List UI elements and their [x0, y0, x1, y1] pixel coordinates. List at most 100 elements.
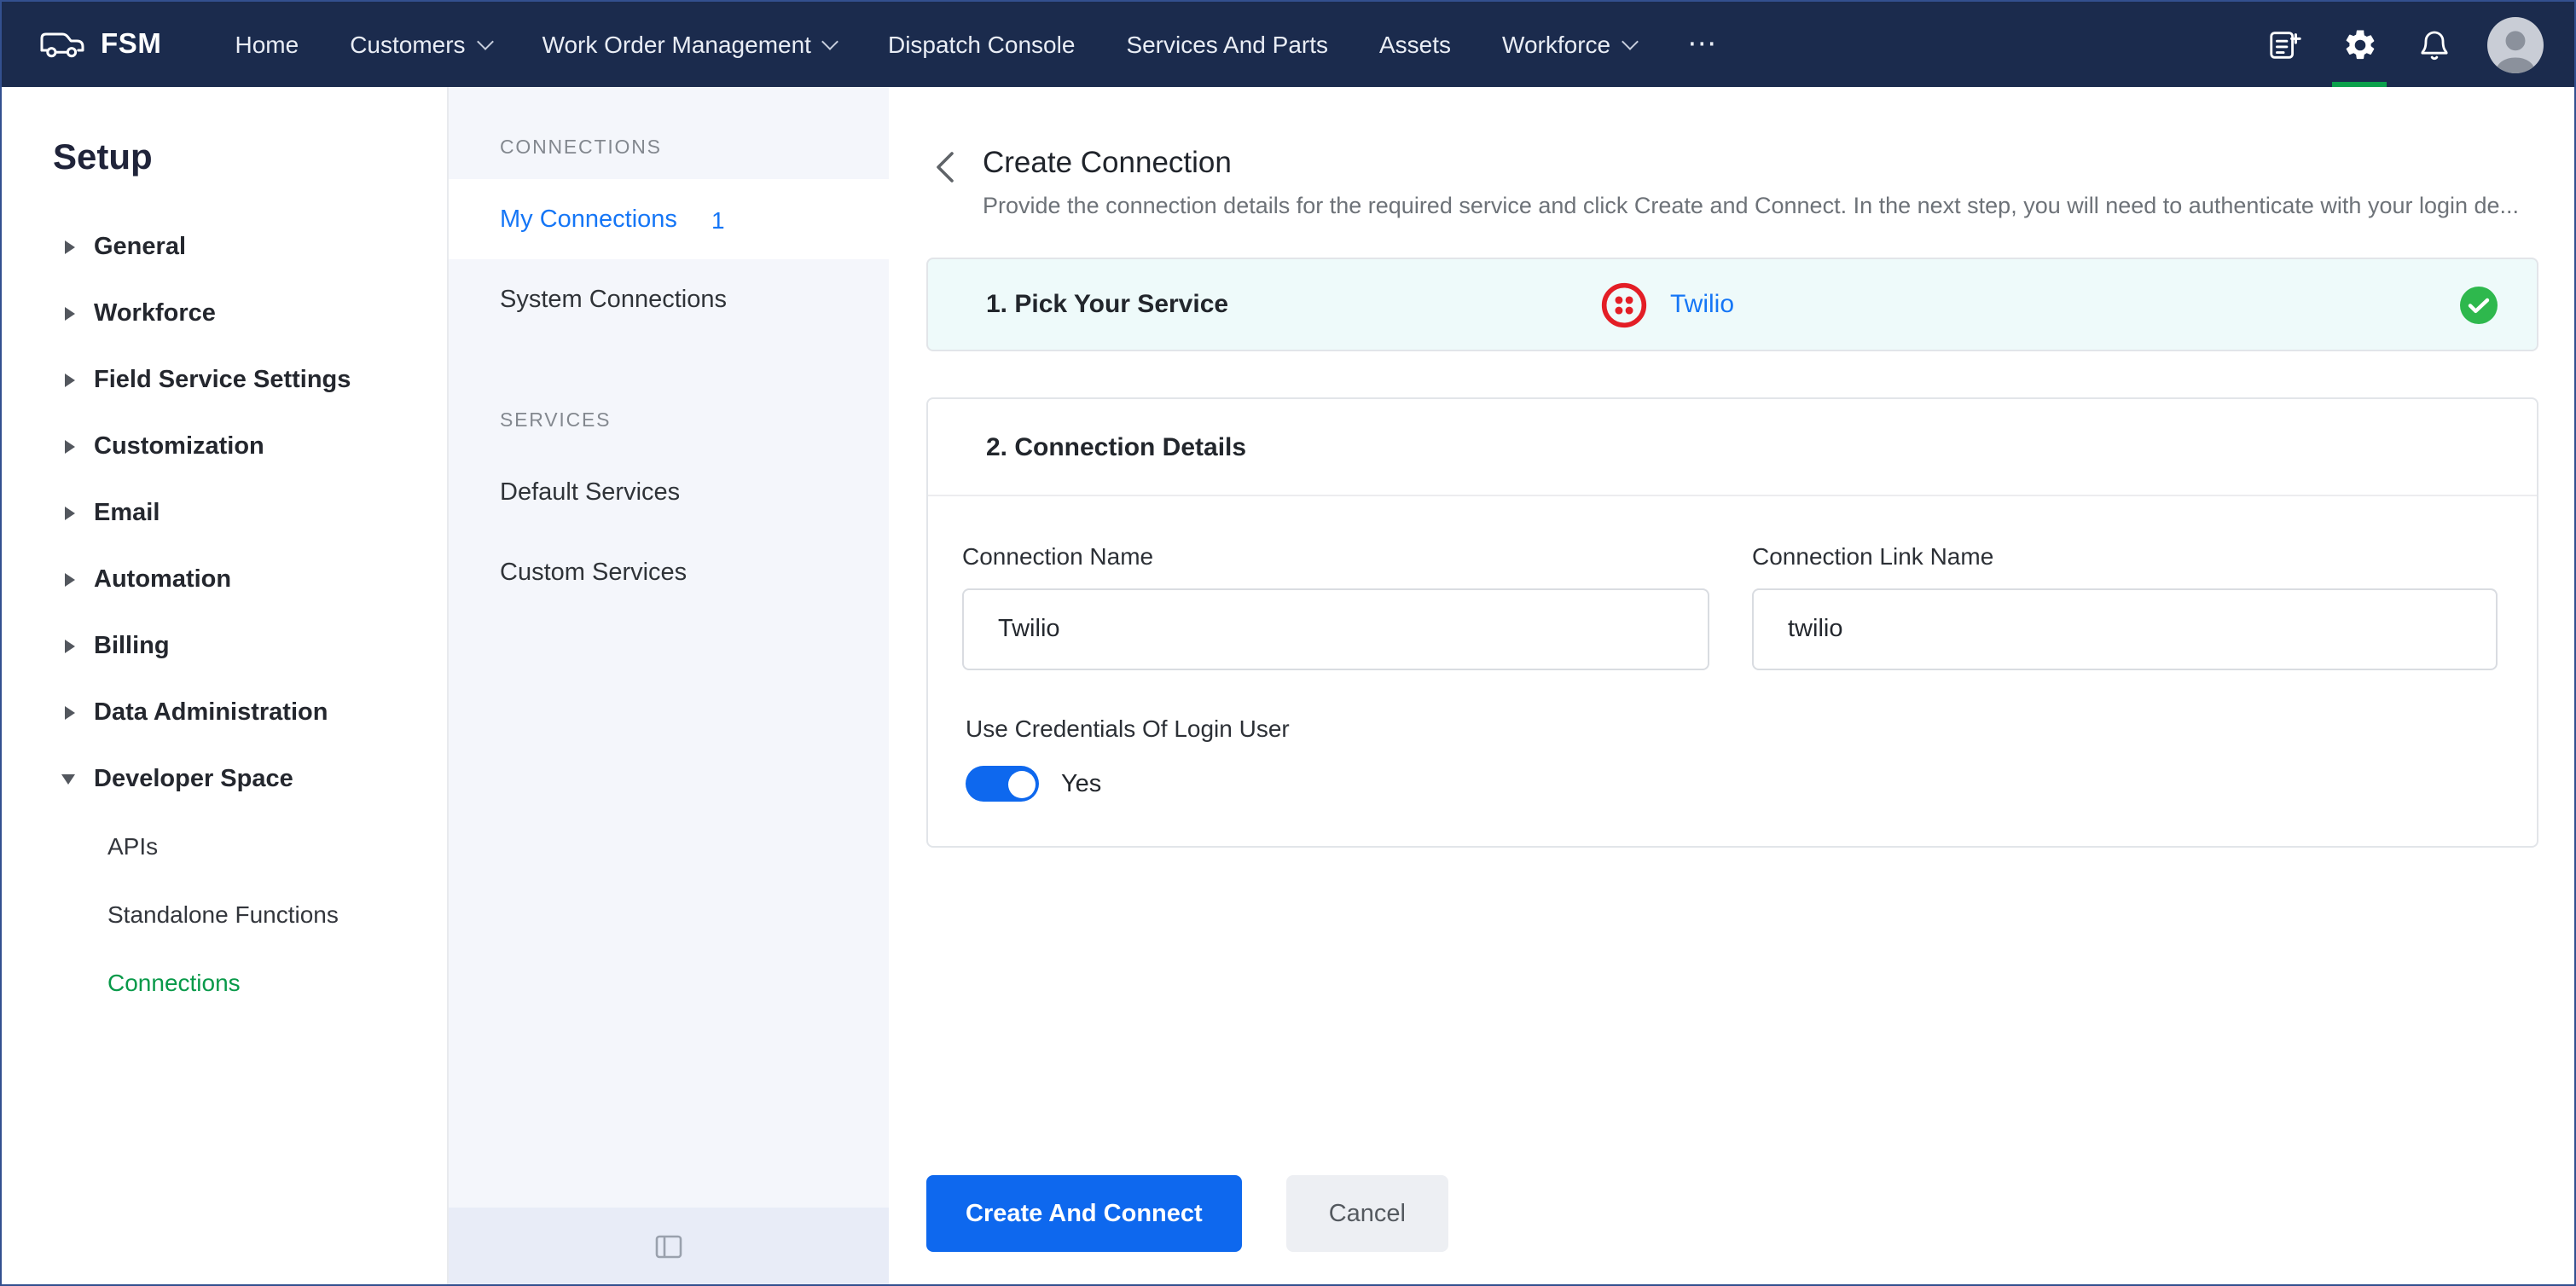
- panel-item-default-services[interactable]: Default Services: [449, 452, 889, 532]
- sidebar-item-customization[interactable]: Customization: [2, 413, 447, 479]
- caret-right-icon: [65, 240, 75, 253]
- sidebar-subitem-label: APIs: [107, 832, 159, 860]
- sidebar-subitem-label: Connections: [107, 969, 241, 996]
- setup-sidebar: Setup General Workforce Field Service Se…: [2, 87, 449, 1284]
- chevron-down-icon: [476, 32, 494, 49]
- panel-item-system-connections[interactable]: System Connections: [449, 259, 889, 339]
- notifications-bell-icon[interactable]: [2402, 2, 2467, 87]
- step1-card: 1. Pick Your Service Twilio: [926, 258, 2538, 351]
- nav-item-services-and-parts[interactable]: Services And Parts: [1100, 2, 1354, 87]
- page-title: Create Connection: [983, 145, 1232, 179]
- content-header: Create Connection Provide the connection…: [889, 87, 2574, 218]
- sidebar-item-developer-space[interactable]: Developer Space: [2, 745, 447, 812]
- panel-item-label: System Connections: [500, 286, 727, 313]
- sidebar-item-data-administration[interactable]: Data Administration: [2, 679, 447, 745]
- step2-card: 2. Connection Details Connection Name Co…: [926, 397, 2538, 848]
- use-credentials-toggle[interactable]: [966, 766, 1039, 802]
- create-and-connect-button[interactable]: Create And Connect: [926, 1175, 1242, 1252]
- caret-right-icon: [65, 373, 75, 386]
- user-avatar[interactable]: [2487, 16, 2544, 72]
- header-text: Create Connection Provide the connection…: [983, 145, 2540, 218]
- cancel-button[interactable]: Cancel: [1285, 1175, 1448, 1252]
- use-credentials-label: Use Credentials Of Login User: [966, 715, 1290, 742]
- back-arrow-icon[interactable]: [935, 150, 955, 184]
- credentials-toggle-block: Use Credentials Of Login User Yes: [928, 670, 2537, 802]
- app-body: Setup General Workforce Field Service Se…: [2, 87, 2574, 1284]
- toggle-state-label: Yes: [1061, 770, 1102, 797]
- setup-title: Setup: [53, 138, 153, 177]
- nav-item-home[interactable]: Home: [209, 2, 324, 87]
- connection-link-name-input[interactable]: [1752, 588, 2498, 670]
- sidebar-item-field-service-settings[interactable]: Field Service Settings: [2, 346, 447, 413]
- nav-item-assets[interactable]: Assets: [1354, 2, 1477, 87]
- nav-item-work-order-management[interactable]: Work Order Management: [517, 2, 862, 87]
- connection-name-input[interactable]: [962, 588, 1709, 670]
- panel-item-label: Custom Services: [500, 559, 688, 586]
- sidebar-item-workforce[interactable]: Workforce: [2, 280, 447, 346]
- sidebar-item-label: Workforce: [94, 299, 216, 327]
- sidebar-item-label: Data Administration: [94, 698, 328, 726]
- sidebar-item-email[interactable]: Email: [2, 479, 447, 546]
- panel-footer: [449, 1208, 889, 1284]
- app-window: FSM Home Customers Work Order Management…: [0, 0, 2576, 1286]
- top-navbar: FSM Home Customers Work Order Management…: [2, 2, 2574, 87]
- connection-name-field: Connection Name: [962, 542, 1709, 670]
- my-connections-count: 1: [711, 206, 725, 233]
- compose-icon[interactable]: [2252, 2, 2317, 87]
- nav-item-dispatch-console[interactable]: Dispatch Console: [862, 2, 1100, 87]
- sidebar-item-label: Email: [94, 499, 160, 526]
- collapse-panel-icon[interactable]: [655, 1234, 682, 1258]
- sidebar-item-general[interactable]: General: [2, 213, 447, 280]
- caret-right-icon: [65, 306, 75, 320]
- sidebar-item-label: General: [94, 233, 186, 260]
- section-header-connections: CONNECTIONS: [500, 138, 662, 159]
- sidebar-item-label: Billing: [94, 632, 170, 659]
- page-subtitle: Provide the connection details for the r…: [983, 193, 2520, 218]
- selected-service: Twilio: [1600, 281, 1734, 328]
- nav-item-label: Workforce: [1502, 31, 1611, 58]
- panel-item-custom-services[interactable]: Custom Services: [449, 532, 889, 612]
- nav-item-customers[interactable]: Customers: [324, 2, 516, 87]
- form-actions: Create And Connect Cancel: [926, 1175, 1448, 1252]
- caret-right-icon: [65, 439, 75, 453]
- step2-title: 2. Connection Details: [928, 399, 2537, 496]
- sidebar-item-label: Customization: [94, 432, 264, 460]
- brand-name: FSM: [101, 28, 162, 59]
- sidebar-item-standalone-functions[interactable]: Standalone Functions: [2, 880, 447, 948]
- sidebar-item-label: Field Service Settings: [94, 366, 351, 393]
- caret-right-icon: [65, 639, 75, 652]
- nav-item-label: Dispatch Console: [887, 31, 1076, 58]
- connection-link-name-field: Connection Link Name: [1752, 542, 2498, 670]
- connection-name-label: Connection Name: [962, 542, 1154, 570]
- service-name-link[interactable]: Twilio: [1670, 290, 1734, 319]
- nav-item-label: Services And Parts: [1126, 31, 1328, 58]
- main-content: Create Connection Provide the connection…: [889, 87, 2574, 1284]
- panel-item-my-connections[interactable]: My Connections 1: [449, 179, 889, 259]
- settings-gear-icon[interactable]: [2327, 2, 2392, 87]
- step1-title: 1. Pick Your Service: [986, 290, 1229, 319]
- connection-link-name-label: Connection Link Name: [1752, 542, 1994, 570]
- brand[interactable]: FSM: [39, 28, 161, 61]
- sidebar-item-apis[interactable]: APIs: [2, 812, 447, 880]
- nav-item-label: Work Order Management: [542, 31, 811, 58]
- caret-right-icon: [65, 572, 75, 586]
- connection-form: Connection Name Connection Link Name: [928, 496, 2537, 670]
- nav-item-workforce[interactable]: Workforce: [1477, 2, 1662, 87]
- sidebar-item-automation[interactable]: Automation: [2, 546, 447, 612]
- toggle-row: Yes: [966, 766, 2503, 802]
- chevron-down-icon: [1622, 32, 1639, 49]
- step-complete-check-icon: [2458, 284, 2499, 325]
- main-nav: Home Customers Work Order Management Dis…: [209, 2, 1743, 87]
- twilio-logo-icon: [1600, 281, 1648, 328]
- nav-more-button[interactable]: ⋯: [1662, 2, 1743, 87]
- sidebar-item-label: Automation: [94, 565, 232, 593]
- nav-item-label: Assets: [1379, 31, 1452, 58]
- sidebar-item-connections[interactable]: Connections: [2, 948, 447, 1017]
- toggle-knob: [1007, 770, 1035, 797]
- nav-item-label: Customers: [350, 31, 466, 58]
- sidebar-item-label: Developer Space: [94, 765, 293, 792]
- connections-panel: CONNECTIONS My Connections 1 System Conn…: [449, 87, 889, 1284]
- more-ellipsis-icon: ⋯: [1687, 27, 1719, 60]
- caret-down-icon: [61, 773, 75, 784]
- sidebar-item-billing[interactable]: Billing: [2, 612, 447, 679]
